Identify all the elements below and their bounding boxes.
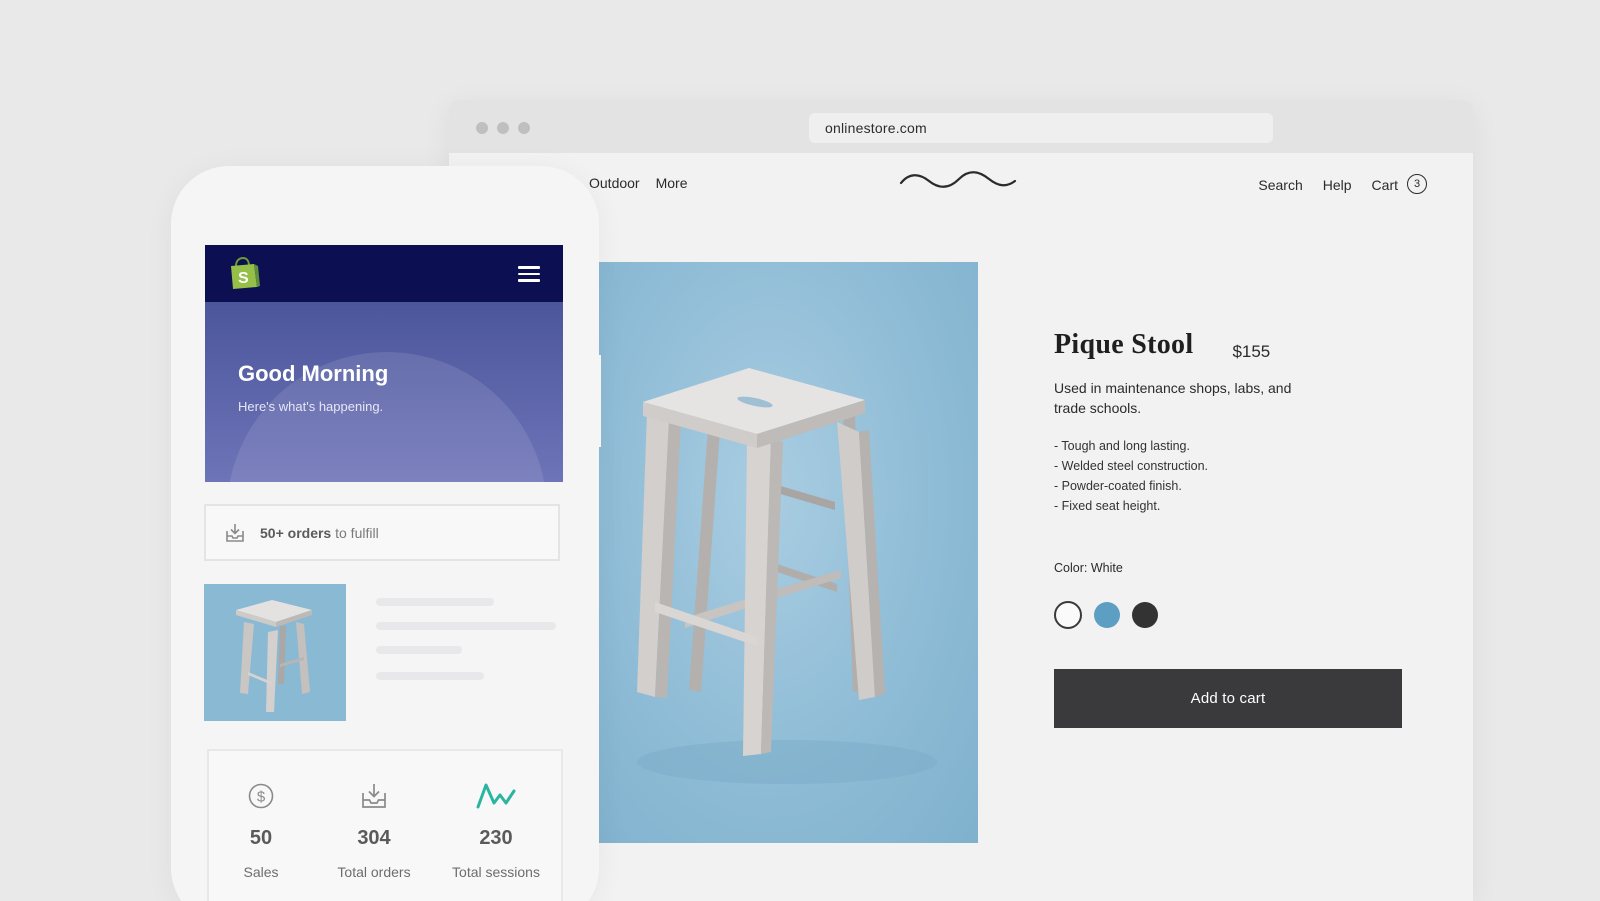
store-page: Outdoor More Search Help Cart 3 Pique St… [449,153,1473,901]
nav-link-more[interactable]: More [656,175,688,191]
product-details: Pique Stool $155 Used in maintenance sho… [1054,329,1414,728]
dollar-icon: $ [248,783,274,809]
stat-value: 50 [249,827,273,849]
swatch-white[interactable] [1054,601,1082,629]
cart-count-badge: 3 [1407,174,1427,194]
app-header: S [205,245,563,302]
product-thumbnail[interactable] [204,584,346,721]
tray-download-icon [226,523,244,542]
product-title: Pique Stool [1054,329,1194,360]
stool-thumbnail-illustration [236,600,312,712]
address-bar[interactable]: onlinestore.com [809,113,1273,143]
orders-text: 50+ orders to fulfill [260,525,379,541]
store-nav-right: Search Help Cart 3 [1258,174,1427,194]
feature-item: - Fixed seat height. [1054,499,1161,513]
stat-value: 230 [479,827,513,849]
feature-item: - Welded steel construction. [1054,459,1209,473]
feature-item: - Powder-coated finish. [1054,479,1182,493]
color-swatches [1054,601,1158,629]
browser-toolbar: onlinestore.com [449,100,1473,153]
stat-label: Total sessions [452,864,540,880]
greeting-banner: Good Morning Here's what's happening. [205,302,563,482]
feature-item: - Tough and long lasting. [1054,439,1190,453]
stat-value: 304 [357,827,391,849]
orders-to-fulfill-card[interactable]: 50+ orders to fulfill [204,504,560,561]
svg-text:S: S [238,270,249,287]
product-title-row: Pique Stool $155 [1054,329,1414,361]
browser-window: onlinestore.com Outdoor More Search Help… [449,100,1473,901]
tray-download-icon [362,784,386,808]
stool-illustration [637,368,937,784]
orders-suffix: to fulfill [335,524,379,541]
phone-side-edge [595,355,601,447]
phone-device: S Good Morning Here's what's happening. … [171,166,599,901]
placeholder-line [376,646,462,654]
placeholder-line [376,672,484,680]
cart-link[interactable]: Cart 3 [1371,174,1427,194]
greeting-subtitle: Here's what's happening. [238,399,384,414]
nav-link-help[interactable]: Help [1323,177,1352,193]
stat-label: Total orders [337,864,411,880]
shopify-bag-icon[interactable]: S [227,256,261,290]
stat-sales[interactable]: $ 50 Sales [206,779,316,880]
stat-label: Sales [243,864,279,880]
hamburger-menu-icon[interactable] [518,266,540,282]
color-label: Color: White [1054,561,1123,575]
activity-icon [476,783,516,809]
stat-total-orders[interactable]: 304 Total orders [319,779,429,880]
close-window-dot[interactable] [476,122,488,134]
minimize-window-dot[interactable] [497,122,509,134]
add-to-cart-button[interactable]: Add to cart [1054,669,1402,728]
product-description: Used in maintenance shops, labs, and tra… [1054,380,1292,416]
nav-link-search[interactable]: Search [1258,177,1302,193]
window-controls [476,122,530,134]
product-image[interactable] [597,262,978,843]
maximize-window-dot[interactable] [518,122,530,134]
placeholder-line [376,598,494,606]
stat-total-sessions[interactable]: 230 Total sessions [441,779,551,880]
product-features: - Tough and long lasting. - Welded steel… [1054,436,1414,516]
orders-count: 50+ orders [260,524,332,541]
cart-label: Cart [1371,176,1398,193]
store-nav-left: Outdoor More [589,175,688,191]
store-logo-wave-icon[interactable] [899,171,1017,189]
swatch-black[interactable] [1132,602,1158,628]
placeholder-line [376,622,556,630]
greeting-title: Good Morning [238,361,389,386]
nav-link-outdoor[interactable]: Outdoor [589,175,640,191]
stats-card: $ 50 Sales 304 Total orders 230 Total se… [207,749,563,901]
product-price: $155 [1232,342,1271,361]
swatch-blue[interactable] [1094,602,1120,628]
svg-text:$: $ [257,789,266,806]
